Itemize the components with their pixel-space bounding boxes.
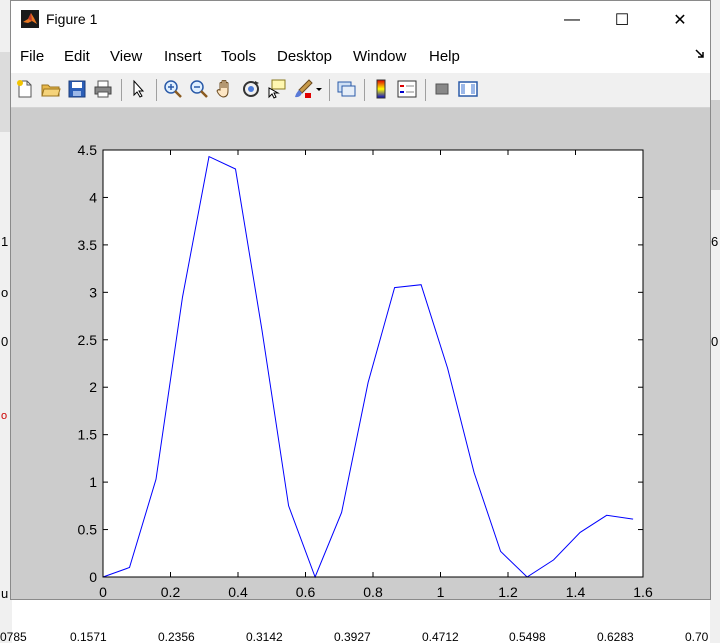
- menu-help[interactable]: Help: [429, 48, 460, 65]
- menu-file[interactable]: File: [20, 48, 44, 65]
- menu-bar: File Edit View Insert Tools Desktop Wind…: [11, 39, 710, 73]
- zoom-in-icon[interactable]: [162, 78, 184, 100]
- background-value: 0.5498: [509, 630, 546, 644]
- background-label: u: [1, 586, 9, 601]
- y-tick-label: 0: [89, 569, 97, 585]
- colorbar-icon[interactable]: [370, 78, 392, 100]
- background-value: 0.6283: [597, 630, 634, 644]
- toolbar-separator: [329, 79, 330, 101]
- save-icon[interactable]: [66, 78, 88, 100]
- background-value: 0.4712: [422, 630, 459, 644]
- y-tick-label: 3: [89, 284, 97, 300]
- figure-canvas: 0 0.2 0.4 0.6 0.8 1 1.2 1.4 1.6 0 0.5 1 1.5 2 2.5 3 3.5 4…: [11, 108, 710, 600]
- pan-hand-icon[interactable]: [214, 78, 236, 100]
- background-label: 6: [711, 234, 719, 249]
- y-tick-label: 1.5: [78, 427, 98, 443]
- menu-edit[interactable]: Edit: [64, 48, 90, 65]
- rotate-3d-icon[interactable]: [240, 78, 262, 100]
- link-plot-icon[interactable]: [335, 78, 357, 100]
- maximize-button[interactable]: ☐: [599, 1, 645, 39]
- show-plot-tools-icon[interactable]: [457, 78, 479, 100]
- menu-view[interactable]: View: [110, 48, 142, 65]
- background-value: 0.2356: [158, 630, 195, 644]
- background-app-right-panel: [710, 100, 720, 190]
- edit-plot-arrow-icon[interactable]: [127, 78, 149, 100]
- toolbar-separator: [425, 79, 426, 101]
- x-tick-label: 0.2: [161, 584, 181, 599]
- matlab-logo-icon: [21, 10, 39, 28]
- background-label: 1: [1, 234, 9, 249]
- x-tick-label: 0.8: [363, 584, 383, 599]
- hide-plot-tools-icon[interactable]: [431, 78, 453, 100]
- toolbar-separator: [121, 79, 122, 101]
- y-tick-label: 2: [89, 379, 97, 395]
- legend-icon[interactable]: [396, 78, 418, 100]
- title-bar[interactable]: Figure 1 — ☐ ✕: [11, 1, 710, 39]
- data-cursor-icon[interactable]: [266, 78, 288, 100]
- y-tick-label: 2.5: [78, 332, 98, 348]
- x-tick-label: 0.4: [228, 584, 248, 599]
- background-value: 0785: [0, 630, 27, 644]
- menu-window[interactable]: Window: [353, 48, 406, 65]
- y-tick-label: 3.5: [78, 237, 98, 253]
- background-values-row: 0785 0.1571 0.2356 0.3142 0.3927 0.4712 …: [0, 630, 720, 644]
- close-button[interactable]: ✕: [657, 1, 703, 39]
- y-tick-label: 1: [89, 474, 97, 490]
- figure-window: Figure 1 — ☐ ✕ File Edit View Insert Too…: [10, 0, 711, 600]
- x-tick-label: 0: [99, 584, 107, 599]
- toolbar-separator: [156, 79, 157, 101]
- menu-desktop[interactable]: Desktop: [277, 48, 332, 65]
- y-tick-label: 0.5: [78, 522, 98, 538]
- background-label: 0: [711, 334, 719, 349]
- y-tick-label: 4: [89, 189, 97, 205]
- minimize-button[interactable]: —: [549, 1, 595, 39]
- background-value: 0.3142: [246, 630, 283, 644]
- background-label: 0: [1, 334, 9, 349]
- menu-insert[interactable]: Insert: [164, 48, 202, 65]
- x-tick-label: 1.2: [498, 584, 518, 599]
- open-file-icon[interactable]: [40, 78, 62, 100]
- line-chart: 0 0.2 0.4 0.6 0.8 1 1.2 1.4 1.6 0 0.5 1 1.5 2 2.5 3 3.5 4…: [78, 142, 653, 600]
- toolbar-separator: [364, 79, 365, 101]
- background-label: o: [1, 410, 8, 422]
- zoom-out-icon[interactable]: [188, 78, 210, 100]
- x-tick-label: 0.6: [296, 584, 316, 599]
- window-title: Figure 1: [46, 11, 98, 27]
- x-tick-label: 1: [437, 584, 445, 599]
- menu-tools[interactable]: Tools: [221, 48, 256, 65]
- background-value: 0.1571: [70, 630, 107, 644]
- new-figure-icon[interactable]: [14, 78, 36, 100]
- background-app-right-edge: [710, 0, 720, 643]
- brush-dropdown-icon[interactable]: [313, 78, 325, 100]
- figure-toolbar: [11, 73, 710, 108]
- y-tick-label: 4.5: [78, 142, 98, 158]
- background-label: o: [1, 285, 9, 300]
- dock-figure-icon[interactable]: [695, 49, 705, 59]
- x-tick-label: 1.6: [633, 584, 653, 599]
- background-value: 0.3927: [334, 630, 371, 644]
- brush-icon[interactable]: [292, 78, 314, 100]
- x-tick-label: 1.4: [566, 584, 586, 599]
- background-value: 0.70: [685, 630, 709, 644]
- print-icon[interactable]: [92, 78, 114, 100]
